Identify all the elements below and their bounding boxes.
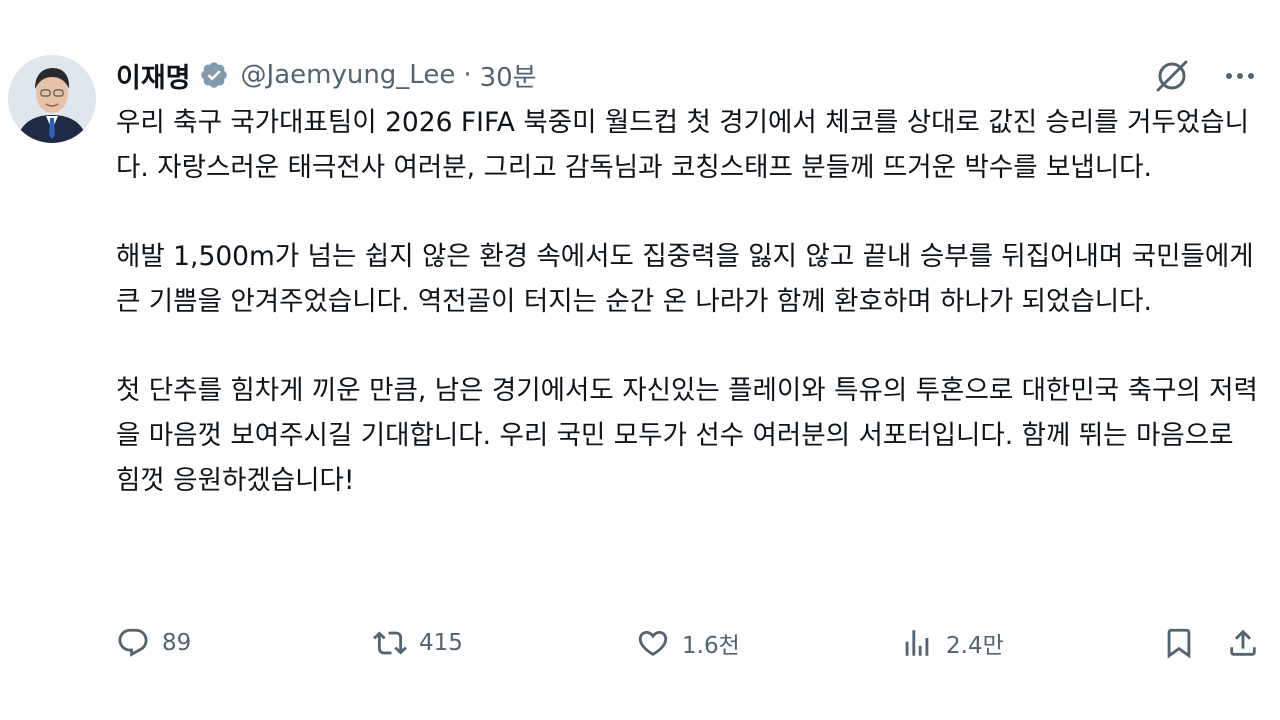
heart-icon	[636, 626, 670, 660]
retweet-count: 415	[419, 630, 463, 656]
retweet-icon	[373, 626, 407, 660]
tweet-paragraph: 우리 축구 국가대표팀이 2026 FIFA 북중미 월드컵 첫 경기에서 체코…	[116, 107, 1250, 183]
bookmark-icon	[1162, 626, 1196, 660]
like-button[interactable]: 1.6천	[636, 620, 740, 666]
profile-photo	[8, 55, 96, 143]
user-handle[interactable]: @Jaemyung_Lee	[241, 60, 456, 90]
reply-button[interactable]: 89	[116, 620, 191, 666]
tweet: 이재명 @Jaemyung_Lee · 30분 우리 축구 국가대표팀이 202…	[0, 0, 1280, 720]
retweet-button[interactable]: 415	[373, 620, 463, 666]
view-count: 2.4만	[946, 633, 1004, 659]
reply-icon	[116, 626, 150, 660]
tweet-top-actions	[1152, 56, 1258, 96]
views-button[interactable]: 2.4만	[900, 620, 1004, 666]
views-icon	[900, 626, 934, 660]
tweet-text: 우리 축구 국가대표팀이 2026 FIFA 북중미 월드컵 첫 경기에서 체코…	[116, 100, 1261, 503]
share-icon	[1226, 626, 1260, 660]
like-count: 1.6천	[682, 633, 740, 659]
more-icon[interactable]	[1222, 58, 1258, 94]
tweet-action-bar: 89 415 1.6천 2.4만	[116, 620, 1262, 666]
tweet-paragraph: 첫 단추를 힘차게 끼운 만큼, 남은 경기에서도 자신있는 플레이와 특유의 …	[116, 375, 1258, 496]
avatar[interactable]	[8, 55, 96, 143]
verified-badge-icon[interactable]	[199, 60, 229, 90]
display-name[interactable]: 이재명	[116, 56, 191, 95]
timestamp[interactable]: 30분	[480, 57, 537, 94]
reply-count: 89	[162, 630, 192, 656]
separator-dot: ·	[463, 60, 472, 90]
grok-icon[interactable]	[1152, 56, 1192, 96]
share-button[interactable]	[1226, 620, 1260, 666]
bookmark-button[interactable]	[1162, 620, 1196, 666]
tweet-header: 이재명 @Jaemyung_Lee · 30분	[116, 55, 537, 95]
tweet-paragraph: 해발 1,500m가 넘는 쉽지 않은 환경 속에서도 집중력을 잃지 않고 끝…	[116, 241, 1254, 317]
